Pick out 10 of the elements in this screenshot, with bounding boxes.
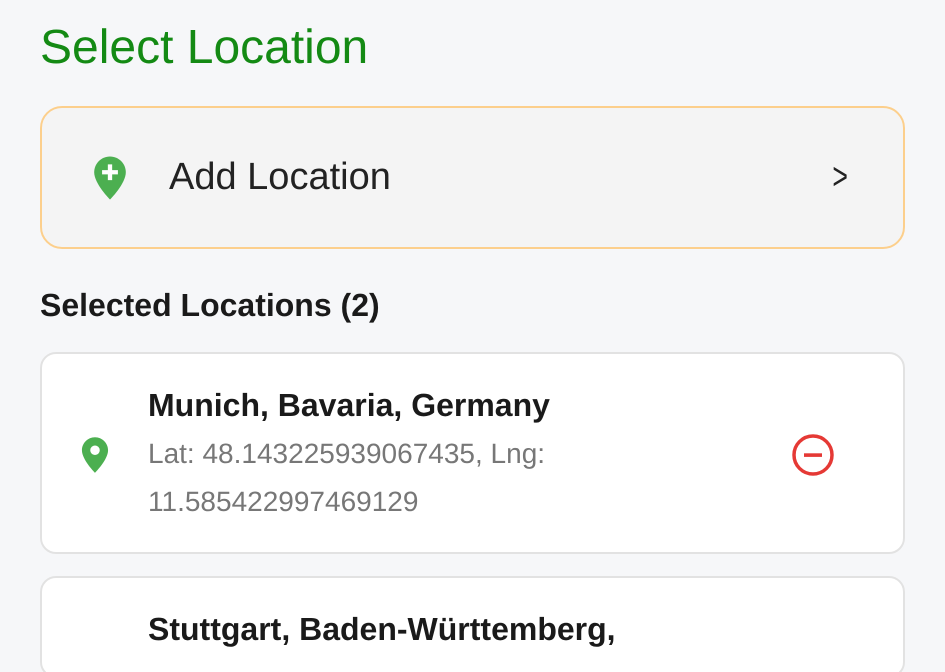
location-pin-icon [80,436,110,474]
add-location-button[interactable]: Add Location > [40,106,905,249]
page-title: Select Location [40,20,370,76]
location-name: Munich, Bavaria, Germany [148,386,551,425]
remove-icon[interactable] [791,433,835,477]
add-location-pin-icon [92,154,128,200]
location-name: Stuttgart, Baden-Württemberg, [148,610,617,649]
location-coordinates: Lat: 48.143225939067435, Lng: 11.585422997469129 [148,437,546,519]
chevron-icon: > [832,156,848,199]
section-heading: Selected Locations (2) [40,287,381,324]
